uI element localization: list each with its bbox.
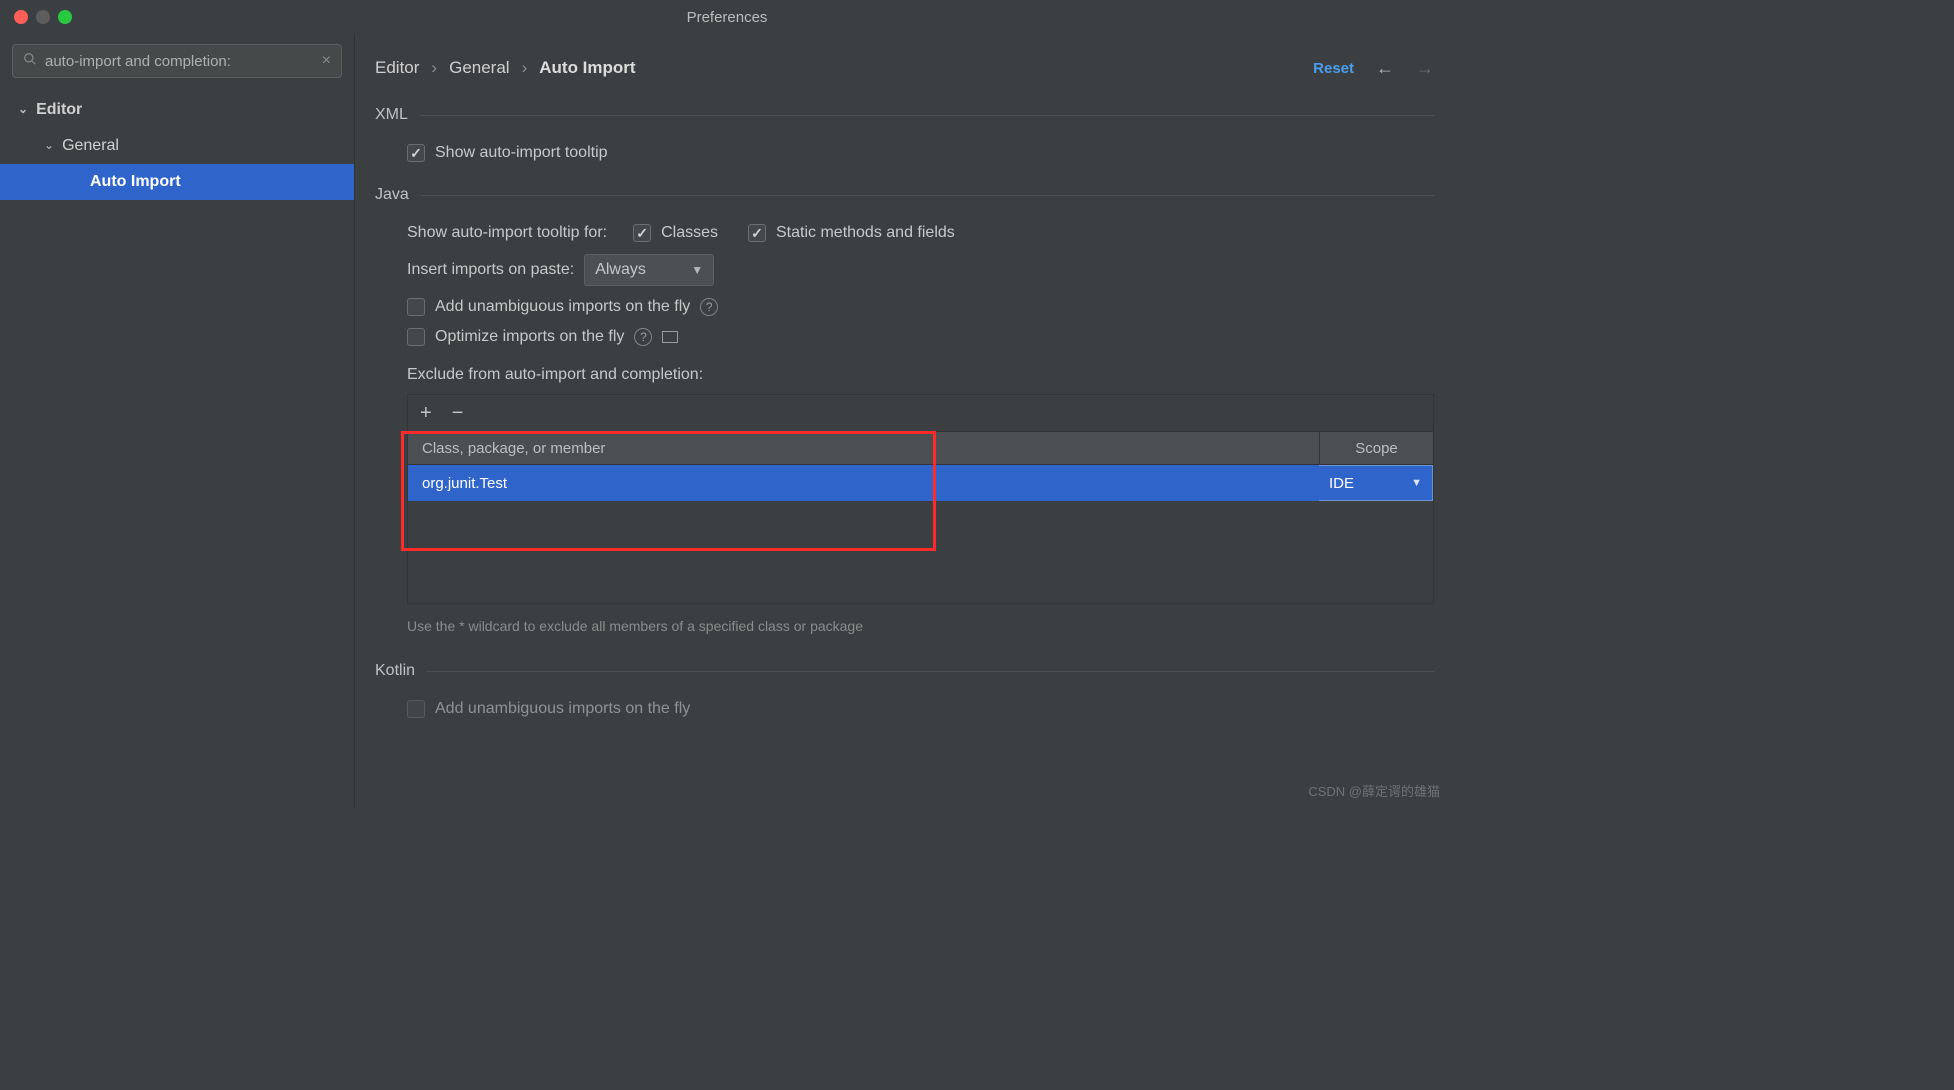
sidebar-item-editor[interactable]: ⌄ Editor: [0, 92, 354, 128]
checkbox-label: Add unambiguous imports on the fly: [435, 298, 690, 316]
checkbox-label: Show auto-import tooltip: [435, 144, 608, 162]
checkbox-xml-tooltip[interactable]: [407, 144, 425, 162]
cell-class[interactable]: org.junit.Test: [408, 465, 1319, 501]
checkbox-add-unambiguous[interactable]: [407, 298, 425, 316]
section-xml: XML Show auto-import tooltip: [375, 106, 1434, 168]
breadcrumb: Editor › General › Auto Import: [375, 58, 636, 78]
checkbox-static[interactable]: [748, 224, 766, 242]
section-kotlin: Kotlin Add unambiguous imports on the fl…: [375, 662, 1434, 724]
section-title-xml: XML: [375, 106, 408, 124]
sidebar-item-label: General: [62, 137, 119, 155]
chevron-down-icon: ⌄: [18, 102, 28, 116]
breadcrumb-editor[interactable]: Editor: [375, 58, 419, 78]
chevron-right-icon: ›: [522, 58, 528, 78]
help-icon[interactable]: ?: [634, 328, 652, 346]
remove-button[interactable]: −: [452, 403, 464, 423]
hint-text: Use the * wildcard to exclude all member…: [407, 618, 1434, 634]
divider: [421, 195, 1434, 196]
titlebar: Preferences: [0, 0, 1454, 34]
chevron-down-icon: ⌄: [44, 138, 54, 152]
table-header-scope: Scope: [1319, 432, 1433, 464]
nav-forward-button: →: [1416, 58, 1434, 79]
section-title-kotlin: Kotlin: [375, 662, 415, 680]
checkbox-label: Add unambiguous imports on the fly: [435, 700, 690, 718]
divider: [427, 671, 1434, 672]
table-header-class: Class, package, or member: [408, 440, 1319, 457]
sidebar-item-label: Auto Import: [90, 173, 181, 191]
search-icon: [23, 52, 37, 70]
breadcrumb-general[interactable]: General: [449, 58, 509, 78]
settings-content: Editor › General › Auto Import Reset ← →…: [355, 34, 1454, 808]
section-title-java: Java: [375, 186, 409, 204]
scope-icon[interactable]: [662, 331, 678, 343]
table-row[interactable]: org.junit.Test IDE ▼: [408, 465, 1433, 501]
help-icon[interactable]: ?: [700, 298, 718, 316]
add-button[interactable]: +: [420, 403, 432, 423]
checkbox-optimize[interactable]: [407, 328, 425, 346]
sidebar-item-label: Editor: [36, 101, 82, 119]
checkbox-kotlin-unambiguous[interactable]: [407, 700, 425, 718]
checkbox-label: Optimize imports on the fly: [435, 328, 624, 346]
search-input[interactable]: auto-import and completion: ×: [12, 44, 342, 78]
exclude-table: + − Class, package, or member Scope org.…: [407, 394, 1434, 604]
label-exclude: Exclude from auto-import and completion:: [407, 352, 1434, 384]
chevron-down-icon: ▼: [691, 263, 703, 277]
select-value: Always: [595, 261, 646, 279]
sidebar-item-auto-import[interactable]: Auto Import: [0, 164, 354, 200]
chevron-right-icon: ›: [431, 58, 437, 78]
table-header: Class, package, or member Scope: [408, 431, 1433, 465]
checkbox-label: Classes: [661, 224, 718, 242]
label-insert-paste: Insert imports on paste:: [407, 261, 574, 279]
search-text: auto-import and completion:: [45, 53, 314, 70]
cell-scope-select[interactable]: IDE ▼: [1319, 465, 1433, 501]
breadcrumb-auto-import: Auto Import: [539, 58, 635, 78]
scope-value: IDE: [1329, 475, 1354, 492]
reset-button[interactable]: Reset: [1313, 60, 1354, 77]
sidebar-item-general[interactable]: ⌄ General: [0, 128, 354, 164]
checkbox-classes[interactable]: [633, 224, 651, 242]
search-clear-icon[interactable]: ×: [322, 52, 331, 70]
window-title: Preferences: [0, 9, 1454, 26]
section-java: Java Show auto-import tooltip for: Class…: [375, 186, 1434, 634]
select-insert-paste[interactable]: Always ▼: [584, 254, 714, 286]
divider: [420, 115, 1434, 116]
nav-back-button[interactable]: ←: [1376, 58, 1394, 79]
chevron-down-icon: ▼: [1411, 477, 1422, 489]
settings-tree: ⌄ Editor ⌄ General Auto Import: [0, 88, 354, 200]
label-tooltip-for: Show auto-import tooltip for:: [407, 224, 607, 242]
settings-sidebar: auto-import and completion: × ⌄ Editor ⌄…: [0, 34, 355, 808]
checkbox-label: Static methods and fields: [776, 224, 955, 242]
